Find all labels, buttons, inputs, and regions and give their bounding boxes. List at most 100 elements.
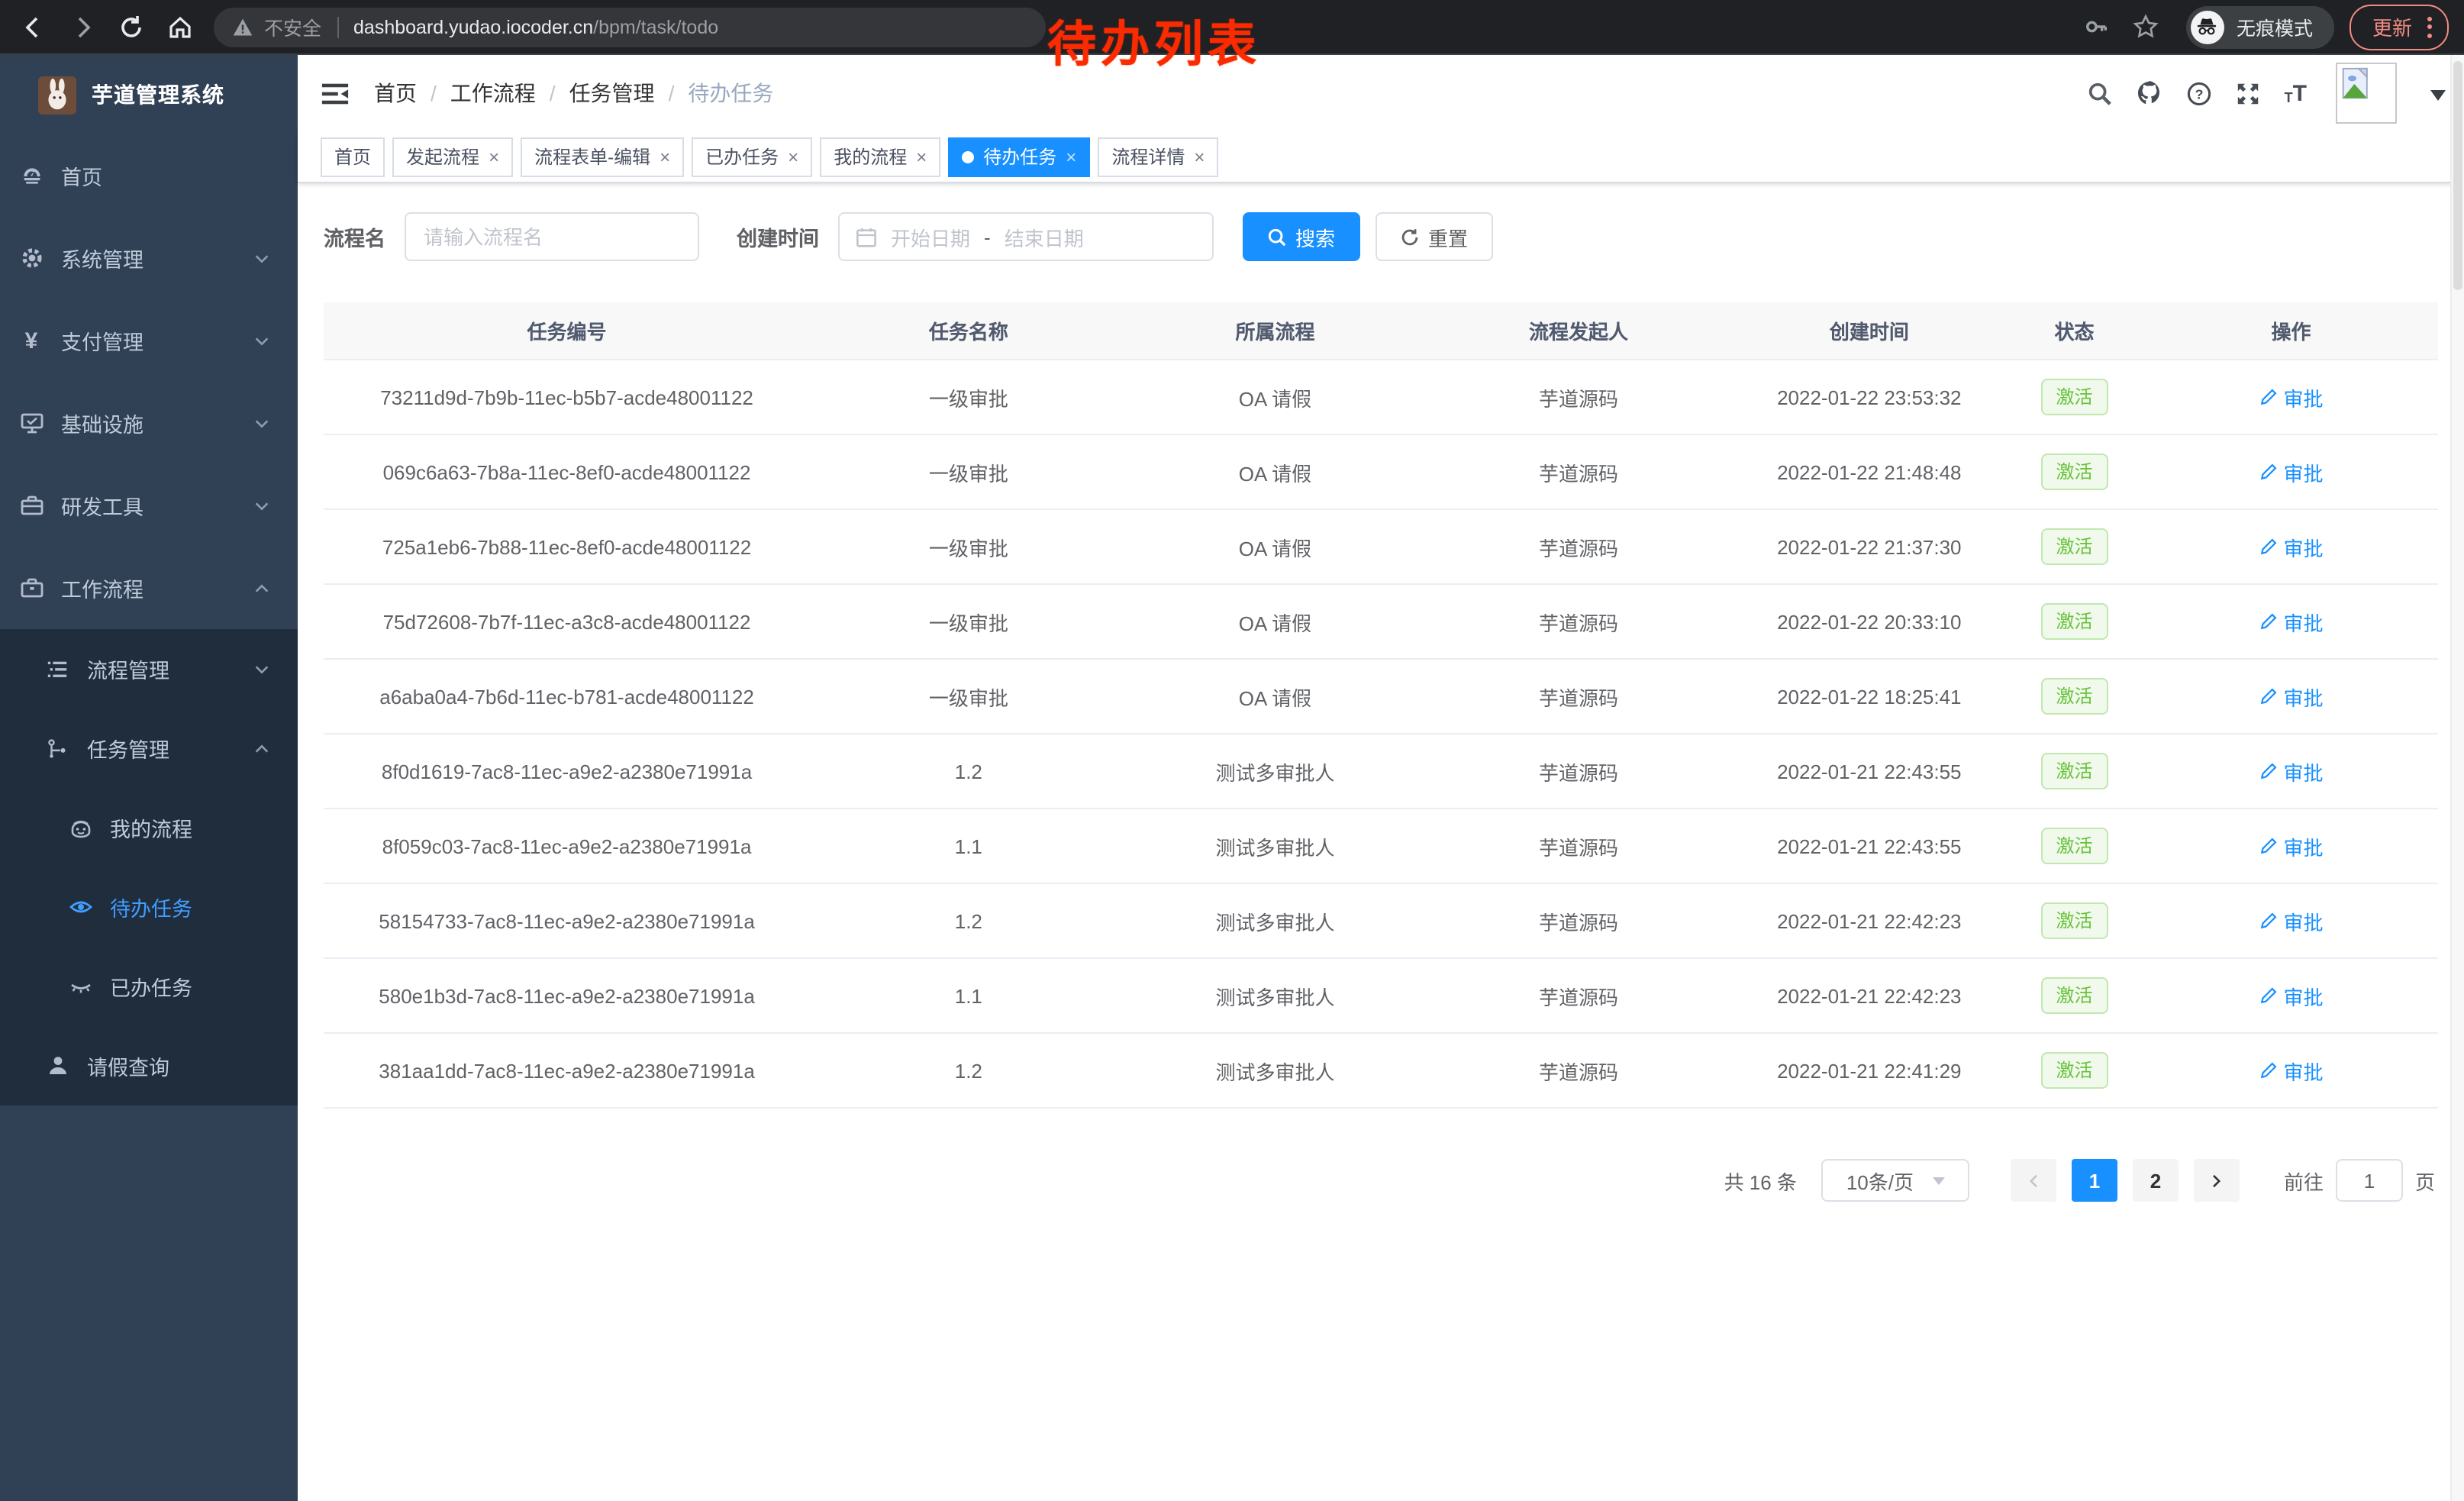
table-row: 75d72608-7b7f-11ec-a3c8-acde48001122一级审批… — [324, 584, 2438, 659]
edit-pencil-icon — [2259, 388, 2277, 406]
tab-process-detail[interactable]: 流程详情× — [1098, 137, 1218, 176]
update-button[interactable]: 更新 — [2350, 4, 2449, 50]
breadcrumb-home[interactable]: 首页 — [374, 78, 417, 108]
breadcrumb-workflow[interactable]: 工作流程 — [450, 78, 536, 108]
sidebar-item-infra[interactable]: 基础设施 — [0, 382, 298, 464]
browser-menu-icon[interactable] — [2427, 16, 2432, 37]
approve-link[interactable]: 审批 — [2259, 981, 2323, 1010]
close-tab-icon[interactable]: × — [916, 147, 927, 166]
sidebar-item-system[interactable]: 系统管理 — [0, 217, 298, 299]
approve-link[interactable]: 审批 — [2259, 457, 2323, 486]
home-icon[interactable] — [166, 13, 194, 40]
goto-page-input[interactable] — [2336, 1159, 2403, 1202]
security-warning-icon[interactable] — [232, 16, 253, 37]
approve-link[interactable]: 审批 — [2259, 682, 2323, 711]
tab-start-process[interactable]: 发起流程× — [392, 137, 513, 176]
cell-status: 激活 — [2004, 734, 2144, 809]
approve-link[interactable]: 审批 — [2259, 757, 2323, 786]
approve-link-label: 审批 — [2283, 383, 2323, 412]
process-name-input[interactable] — [404, 212, 698, 261]
approve-link[interactable]: 审批 — [2259, 383, 2323, 412]
close-tab-icon[interactable]: × — [1194, 147, 1205, 166]
tab-form-edit[interactable]: 流程表单-编辑× — [521, 137, 684, 176]
page-button-1[interactable]: 1 — [2072, 1159, 2117, 1202]
close-tab-icon[interactable]: × — [788, 147, 798, 166]
col-task-id: 任务编号 — [324, 302, 810, 360]
font-size-icon[interactable]: TT — [2285, 82, 2307, 105]
sidebar-item-devtools[interactable]: 研发工具 — [0, 464, 298, 547]
sidebar-item-home[interactable]: 首页 — [0, 134, 298, 217]
top-navbar: 首页 / 工作流程 / 任务管理 / 待办任务 ? — [298, 55, 2464, 131]
cell-starter: 芋道源码 — [1423, 734, 1734, 809]
pagination-total: 共 16 条 — [1724, 1166, 1797, 1195]
approve-link[interactable]: 审批 — [2259, 607, 2323, 636]
close-tab-icon[interactable]: × — [1066, 147, 1076, 166]
cell-actions: 审批 — [2144, 659, 2438, 734]
fullscreen-icon[interactable] — [2236, 80, 2262, 106]
url-bar[interactable]: 不安全 dashboard.yudao.iocoder.cn/bpm/task/… — [214, 7, 1046, 47]
edit-pencil-icon — [2259, 986, 2277, 1005]
date-range-picker[interactable]: 开始日期 - 结束日期 — [837, 212, 1213, 261]
tab-home[interactable]: 首页 — [321, 137, 385, 176]
table-row: 725a1eb6-7b88-11ec-8ef0-acde48001122一级审批… — [324, 509, 2438, 584]
sidebar-item-leave-query[interactable]: 请假查询 — [0, 1026, 298, 1106]
avatar[interactable] — [2336, 63, 2397, 124]
sidebar-item-workflow[interactable]: 工作流程 — [0, 547, 298, 629]
status-badge: 激活 — [2040, 528, 2108, 565]
sidebar-item-todo-tasks[interactable]: 待办任务 — [0, 867, 298, 947]
sidebar-item-process-mgmt[interactable]: 流程管理 — [0, 629, 298, 709]
sidebar-item-payment[interactable]: ¥ 支付管理 — [0, 299, 298, 382]
search-icon[interactable] — [2088, 80, 2114, 106]
scrollbar-thumb[interactable] — [2453, 61, 2462, 290]
cell-task-name: 1.2 — [810, 1033, 1127, 1108]
page-button-2[interactable]: 2 — [2133, 1159, 2179, 1202]
github-icon[interactable] — [2137, 79, 2164, 107]
tab-my-process[interactable]: 我的流程× — [820, 137, 940, 176]
search-button[interactable]: 搜索 — [1242, 212, 1359, 261]
sidebar-item-my-process[interactable]: 我的流程 — [0, 788, 298, 867]
reset-button[interactable]: 重置 — [1375, 212, 1492, 261]
sidebar-item-done-tasks[interactable]: 已办任务 — [0, 947, 298, 1026]
cell-process: 测试多审批人 — [1127, 809, 1424, 883]
page-size-select[interactable]: 10条/页 — [1821, 1159, 1969, 1202]
approve-link[interactable]: 审批 — [2259, 831, 2323, 860]
approve-link[interactable]: 审批 — [2259, 906, 2323, 935]
forward-icon[interactable] — [69, 13, 96, 40]
sidebar-item-label: 已办任务 — [110, 971, 192, 1002]
close-tab-icon[interactable]: × — [660, 147, 670, 166]
status-badge: 激活 — [2040, 678, 2108, 715]
avatar-dropdown-caret-icon[interactable] — [2430, 90, 2446, 108]
approve-link-label: 审批 — [2283, 757, 2323, 786]
url-host: dashboard.yudao.iocoder.cn — [353, 16, 593, 37]
table-row: 580e1b3d-7ac8-11ec-a9e2-a2380e71991a1.1测… — [324, 958, 2438, 1033]
reload-icon[interactable] — [118, 13, 145, 40]
chevron-up-icon — [253, 740, 270, 757]
user-icon — [44, 1053, 70, 1079]
key-icon[interactable] — [2084, 13, 2111, 40]
page-scrollbar[interactable] — [2450, 55, 2464, 1501]
col-process: 所属流程 — [1127, 302, 1424, 360]
status-badge: 激活 — [2040, 977, 2108, 1014]
approve-link[interactable]: 审批 — [2259, 532, 2323, 561]
sidebar-logo[interactable]: 芋道管理系统 — [0, 55, 298, 134]
browser-actions: 无痕模式 更新 — [2073, 4, 2455, 50]
cell-process: 测试多审批人 — [1127, 1033, 1424, 1108]
cell-task-name: 一级审批 — [810, 509, 1127, 584]
tab-todo-tasks[interactable]: 待办任务× — [948, 137, 1090, 176]
breadcrumb-task-mgmt[interactable]: 任务管理 — [569, 78, 655, 108]
select-caret-icon — [1932, 1177, 1944, 1190]
next-page-button[interactable] — [2194, 1159, 2240, 1202]
close-tab-icon[interactable]: × — [489, 147, 499, 166]
page-size-value: 10条/页 — [1846, 1166, 1914, 1195]
cell-task-name: 一级审批 — [810, 360, 1127, 434]
help-icon[interactable]: ? — [2187, 80, 2213, 106]
briefcase-icon — [18, 575, 44, 601]
bookmark-star-icon[interactable] — [2133, 13, 2160, 40]
prev-page-button[interactable] — [2011, 1159, 2056, 1202]
back-icon[interactable] — [20, 13, 47, 40]
tab-done-tasks[interactable]: 已办任务× — [692, 137, 812, 176]
approve-link[interactable]: 审批 — [2259, 1056, 2323, 1085]
approve-link-label: 审批 — [2283, 1056, 2323, 1085]
hamburger-icon[interactable] — [321, 79, 350, 108]
sidebar-item-task-mgmt[interactable]: 任务管理 — [0, 709, 298, 788]
